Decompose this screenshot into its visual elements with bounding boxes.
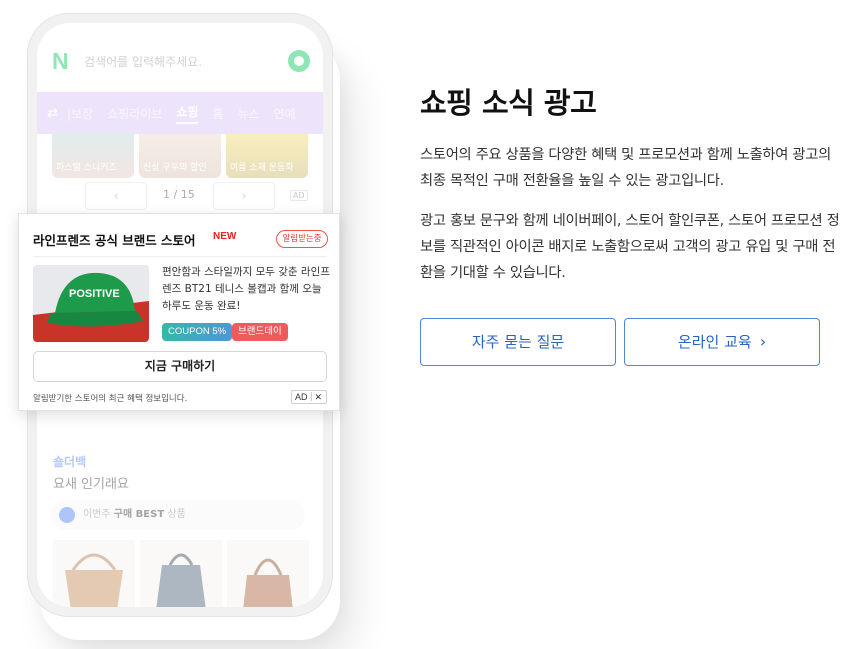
ad-description: 편안함과 스타일까지 모두 갖춘 라인프렌즈 BT21 테니스 볼캡과 함께 오…	[162, 266, 330, 312]
shopping-news-ad-card: 라인프렌즈 공식 브랜드 스토어 NEW 알림받는중 POSITIVE 편안함과…	[18, 213, 340, 411]
close-icon[interactable]: ✕	[315, 392, 323, 402]
ad-close-badge[interactable]: AD ✕	[291, 390, 327, 404]
category-nav: ⇄ |보장 쇼핑라이브 쇼핑 홈 뉴스 연예	[37, 92, 323, 134]
swap-icon[interactable]: ⇄	[47, 106, 67, 121]
green-cap-image: POSITIVE	[33, 265, 149, 342]
description-paragraph-2: 광고 홍보 문구와 함께 네이버페이, 스토어 할인쿠폰, 스토어 프로모션 정…	[420, 213, 840, 281]
bag-product-row	[53, 540, 310, 607]
cap-print-text: POSITIVE	[69, 288, 120, 300]
best-suffix: 상품	[167, 509, 186, 520]
online-education-button[interactable]: 온라인 교육 ›	[624, 318, 820, 366]
edu-button-label: 온라인 교육	[677, 333, 752, 351]
product-caption: 파스텔 스니커즈	[56, 163, 117, 173]
prev-button[interactable]: ‹	[85, 182, 147, 210]
bag-product-image[interactable]	[227, 540, 309, 607]
faq-button-label: 자주 묻는 질문	[471, 333, 565, 351]
search-placeholder[interactable]: 검색어를 입력해주세요.	[84, 53, 202, 70]
best-filter-pill[interactable]: 이번주 구매 BEST 상품	[51, 500, 305, 530]
ad-marker: AD	[290, 190, 308, 201]
green-circle-icon[interactable]	[288, 50, 310, 72]
page-title: 쇼핑 소식 광고	[420, 86, 597, 120]
product-image[interactable]: POSITIVE	[33, 265, 149, 342]
description-paragraph-1: 스토어의 주요 상품을 다양한 혜택 및 프로모션과 함께 노출하여 광고의 최…	[420, 147, 831, 189]
section-title: 숄더백	[53, 455, 87, 469]
tab-insurance[interactable]: |보장	[67, 105, 93, 122]
product-caption: 신상 구두의 할인	[143, 163, 207, 173]
chart-icon	[59, 507, 75, 523]
bag-product-image[interactable]	[53, 540, 135, 607]
naver-logo: N	[52, 48, 69, 74]
buy-now-button[interactable]: 지금 구매하기	[33, 351, 327, 382]
product-card[interactable]: 파스텔 스니커즈	[52, 134, 134, 178]
brand-day-badge: 브랜드데이	[232, 323, 288, 341]
product-card[interactable]: 여름 소재 운동화	[226, 134, 308, 178]
ad-footer-note: 알림받기한 스토어의 최근 혜택 정보입니다.	[33, 394, 188, 404]
tab-home[interactable]: 홈	[212, 105, 223, 122]
divider	[33, 256, 327, 257]
page-count: 1 / 15	[163, 188, 195, 201]
next-button[interactable]: ›	[213, 182, 275, 210]
new-badge: NEW	[213, 231, 237, 242]
best-bold: 구매 BEST	[113, 509, 165, 520]
tab-entertainment[interactable]: 연예	[274, 105, 296, 122]
store-name[interactable]: 라인프렌즈 공식 브랜드 스토어	[33, 230, 196, 249]
coupon-badge: COUPON 5%	[162, 323, 233, 341]
best-prefix: 이번주	[83, 509, 111, 520]
product-carousel: 파스텔 스니커즈 신상 구두의 할인 여름 소재 운동화	[52, 134, 309, 178]
product-caption: 여름 소재 운동화	[230, 163, 294, 173]
tab-shopping[interactable]: 쇼핑	[176, 103, 199, 124]
carousel-pager: ‹ 1 / 15 › AD	[85, 182, 315, 212]
product-card[interactable]: 신상 구두의 할인	[139, 134, 221, 178]
chevron-right-icon: ›	[759, 332, 767, 351]
ad-label: AD	[295, 392, 308, 402]
alert-subscribed-badge[interactable]: 알림받는중	[276, 230, 328, 248]
search-bar[interactable]: N 검색어를 입력해주세요.	[37, 23, 323, 91]
tab-news[interactable]: 뉴스	[237, 105, 259, 122]
bag-product-image[interactable]	[140, 540, 222, 607]
section-subtitle: 요새 인기래요	[53, 477, 129, 492]
tab-shopping-live[interactable]: 쇼핑라이브	[107, 105, 162, 122]
faq-button[interactable]: 자주 묻는 질문	[420, 318, 616, 366]
